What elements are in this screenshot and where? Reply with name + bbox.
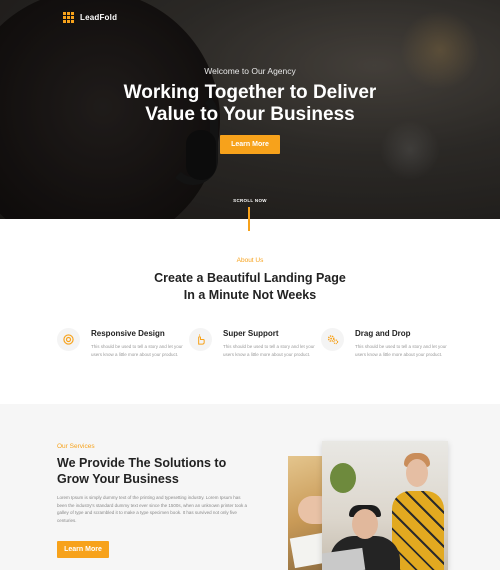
site-logo[interactable]: LeadFold <box>63 12 117 23</box>
hero-title-line: Working Together to Deliver <box>123 82 377 103</box>
services-photo-team <box>322 441 448 570</box>
services-title-line: We Provide The Solutions to <box>57 456 227 470</box>
hero-title-line: Value to Your Business <box>145 104 355 125</box>
logo-grid-icon <box>63 12 74 23</box>
scroll-now-link[interactable]: SCROLL NOW <box>0 198 500 203</box>
target-icon <box>57 328 80 351</box>
about-title-line: Create a Beautiful Landing Page <box>154 271 346 285</box>
about-title: Create a Beautiful Landing Page In a Min… <box>0 270 500 304</box>
logo-text: LeadFold <box>80 13 118 22</box>
about-title-line: In a Minute Not Weeks <box>183 288 317 302</box>
about-eyebrow: About Us <box>236 257 264 264</box>
hero-subtitle: Welcome to Our Agency <box>204 66 296 76</box>
feature-text: This should be used to tell a story and … <box>91 344 183 357</box>
services-title: We Provide The Solutions to Grow Your Bu… <box>57 455 277 487</box>
services-title-line: Grow Your Business <box>57 472 179 486</box>
feature-title: Super Support <box>223 329 279 338</box>
cogs-icon <box>321 328 344 351</box>
feature-text: This should be used to tell a story and … <box>223 344 315 357</box>
services-eyebrow: Our Services <box>57 443 95 450</box>
hero-section: LeadFold Welcome to Our Agency Working T… <box>0 0 500 219</box>
scroll-indicator-line <box>248 207 250 231</box>
feature-text: This should be used to tell a story and … <box>355 344 447 357</box>
services-description: Lorem Ipsum is simply dummy text of the … <box>57 495 247 523</box>
pointer-hand-icon <box>189 328 212 351</box>
feature-title: Drag and Drop <box>355 329 411 338</box>
hero-learn-more-button[interactable]: Learn More <box>220 135 280 154</box>
services-learn-more-button[interactable]: Learn More <box>57 541 109 558</box>
feature-title: Responsive Design <box>91 329 165 338</box>
hero-title: Working Together to Deliver Value to You… <box>0 82 500 126</box>
